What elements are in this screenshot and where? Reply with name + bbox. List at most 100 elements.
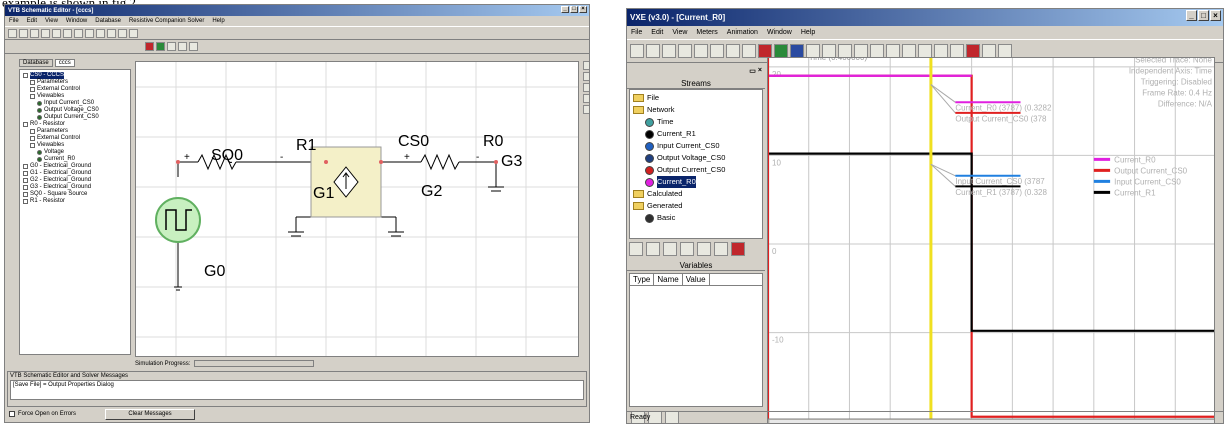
lock-icon[interactable] xyxy=(982,44,996,58)
menu-resistive-companion-solver[interactable]: Resistive Companion Solver xyxy=(129,18,204,24)
save-icon[interactable] xyxy=(662,44,676,58)
zoom-out-icon[interactable] xyxy=(583,72,589,81)
tree-item[interactable]: CS0 - CCCS xyxy=(23,72,99,79)
menu-file[interactable]: File xyxy=(631,29,642,36)
calc-icon[interactable] xyxy=(629,242,643,256)
open-icon[interactable] xyxy=(646,44,660,58)
maximize-button[interactable]: □ xyxy=(1198,10,1209,21)
save-icon[interactable] xyxy=(680,242,694,256)
menu-meters[interactable]: Meters xyxy=(696,29,717,36)
open-icon[interactable] xyxy=(19,28,28,38)
tree-item[interactable]: Viewables xyxy=(23,142,99,149)
meter-icon[interactable] xyxy=(189,42,198,51)
minimize-button[interactable]: _ xyxy=(561,6,569,13)
tree-item[interactable]: Current_R0 xyxy=(23,156,99,163)
scope-plot[interactable]: 20100-10-200.10.20.30.40.50.60.70.80.91T… xyxy=(767,57,1215,423)
stream-item[interactable]: Basic xyxy=(633,212,725,224)
variables-column-header[interactable]: Value xyxy=(683,274,710,285)
stream-item[interactable]: Calculated xyxy=(633,188,725,200)
meter5-icon[interactable] xyxy=(918,44,932,58)
zoom-in-icon[interactable] xyxy=(583,61,589,70)
meter4-icon[interactable] xyxy=(902,44,916,58)
stream-item[interactable]: Generated xyxy=(633,200,725,212)
tree-item[interactable]: R1 - Resistor xyxy=(23,198,99,205)
menu-help[interactable]: Help xyxy=(212,18,224,24)
undo-icon[interactable] xyxy=(85,28,94,38)
cut-icon[interactable] xyxy=(678,44,692,58)
force-open-checkbox[interactable] xyxy=(9,411,15,417)
copy-icon[interactable] xyxy=(63,28,72,38)
style-icon[interactable] xyxy=(790,44,804,58)
table-icon[interactable] xyxy=(822,44,836,58)
record-icon[interactable] xyxy=(966,44,980,58)
stream-item[interactable]: Output Current_CS0 xyxy=(633,164,725,176)
stream-item[interactable]: Current_R1 xyxy=(633,128,725,140)
stream-item[interactable]: Time xyxy=(633,116,725,128)
menu-view[interactable]: View xyxy=(45,18,58,24)
tree-item[interactable]: Voltage xyxy=(23,149,99,156)
meter2-icon[interactable] xyxy=(870,44,884,58)
tree-item[interactable]: Viewables xyxy=(23,93,99,100)
paste-icon[interactable] xyxy=(710,44,724,58)
scope-icon[interactable] xyxy=(806,44,820,58)
color-icon[interactable] xyxy=(758,44,772,58)
variables-column-header[interactable]: Type xyxy=(630,274,655,285)
pen-icon[interactable] xyxy=(742,44,756,58)
gear-icon[interactable] xyxy=(646,242,660,256)
close-button[interactable]: × xyxy=(579,6,587,13)
print-icon[interactable] xyxy=(41,28,50,38)
stop-icon[interactable] xyxy=(731,242,745,256)
minimize-button[interactable]: _ xyxy=(1186,10,1197,21)
wire-icon[interactable] xyxy=(129,28,138,38)
fit-icon[interactable] xyxy=(583,83,589,92)
schematic-canvas[interactable]: SQ0 R1 CS0 R0 G3 G1 G2 G0 + - + - xyxy=(135,61,579,357)
marker-icon[interactable] xyxy=(774,44,788,58)
menu-help[interactable]: Help xyxy=(801,29,815,36)
stream-item[interactable]: Output Voltage_CS0 xyxy=(633,152,725,164)
pan-icon[interactable] xyxy=(583,94,589,103)
variables-column-header[interactable]: Name xyxy=(654,274,683,285)
meter3-icon[interactable] xyxy=(886,44,900,58)
tree-item[interactable]: Parameters xyxy=(23,128,99,135)
tree-item[interactable]: G2 - Electrical_Ground xyxy=(23,177,99,184)
tab-cccs[interactable]: cccs xyxy=(54,59,75,67)
stream-item[interactable]: Current_R0 xyxy=(633,176,725,188)
menu-view[interactable]: View xyxy=(672,29,687,36)
tree-item[interactable]: G0 - Electrical_Ground xyxy=(23,163,99,170)
restore-pane-icon[interactable]: ▭ xyxy=(749,67,756,77)
stream-item[interactable]: Input Current_CS0 xyxy=(633,140,725,152)
close-pane-icon[interactable]: × xyxy=(758,67,762,77)
maximize-button[interactable]: □ xyxy=(570,6,578,13)
new-icon[interactable] xyxy=(8,28,17,38)
tree-item[interactable]: Parameters xyxy=(23,79,99,86)
tab-database[interactable]: Database xyxy=(19,59,53,67)
menu-animation[interactable]: Animation xyxy=(727,29,758,36)
menu-window[interactable]: Window xyxy=(767,29,792,36)
stop-icon[interactable] xyxy=(145,42,154,51)
rewind-icon[interactable] xyxy=(998,44,1012,58)
knob-icon[interactable] xyxy=(950,44,964,58)
tree-item[interactable]: G1 - Electrical_Ground xyxy=(23,170,99,177)
tree-item[interactable]: External Control xyxy=(23,135,99,142)
settings-icon[interactable] xyxy=(178,42,187,51)
cut-icon[interactable] xyxy=(52,28,61,38)
menu-edit[interactable]: Edit xyxy=(651,29,663,36)
copy-icon[interactable] xyxy=(694,44,708,58)
delete-icon[interactable] xyxy=(726,44,740,58)
clear-messages-button[interactable]: Clear Messages xyxy=(105,409,195,420)
menu-window[interactable]: Window xyxy=(66,18,87,24)
help-icon[interactable] xyxy=(583,105,589,114)
stream-item[interactable]: File xyxy=(633,92,725,104)
paste-icon[interactable] xyxy=(74,28,83,38)
page-icon[interactable] xyxy=(663,242,677,256)
tree-item[interactable]: Input Current_CS0 xyxy=(23,100,99,107)
tree-item[interactable]: R0 - Resistor xyxy=(23,121,99,128)
meter-icon[interactable] xyxy=(854,44,868,58)
zoom-icon[interactable] xyxy=(107,28,116,38)
stream-item[interactable]: Network xyxy=(633,104,725,116)
close-button[interactable]: × xyxy=(1210,10,1221,21)
wave-icon[interactable] xyxy=(838,44,852,58)
run-icon[interactable] xyxy=(156,42,165,51)
redo-icon[interactable] xyxy=(96,28,105,38)
tree-item[interactable]: Output Current_CS0 xyxy=(23,114,99,121)
